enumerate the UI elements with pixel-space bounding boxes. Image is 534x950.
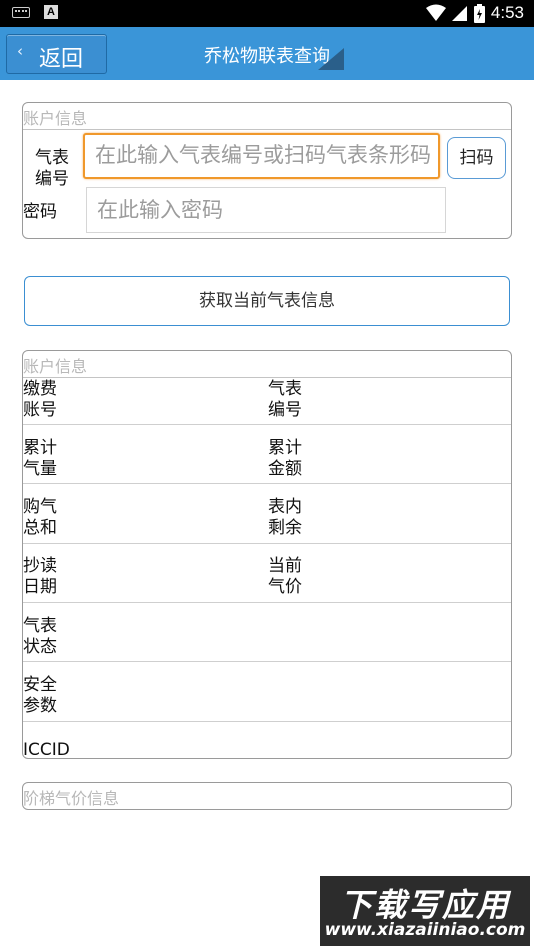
page-title: 乔松物联表查询 [204,46,330,67]
meter-no-input[interactable]: 在此输入气表编号或扫码气表条形码 [83,133,440,179]
meter-no-label: 气表 编号 [35,148,69,190]
info-cell-right: 气表 编号 [268,379,302,421]
legend-divider [23,377,511,378]
info-cell-line: 参数 [23,696,57,716]
row-divider [23,483,511,484]
wifi-icon [425,4,446,21]
row-divider [23,543,511,544]
info-cell-line: 日期 [23,577,57,597]
row-divider [23,721,511,722]
info-cell-line: 累计 [268,438,302,458]
row-divider [23,424,511,425]
account-info-panel: 账户信息 缴费 账号 气表 编号 累计 气量 累计 金额 购气 总和 表内 剩余 抄读 日期 当前 气价 气表状… [22,350,512,761]
info-cell-line: 气价 [268,577,302,597]
info-cell-line: 气表 [268,379,302,399]
info-cell-line: 剩余 [268,518,302,538]
info-cell-left: ICCID [23,740,70,761]
account-info-legend: 账户信息 [23,357,88,376]
row-divider [23,602,511,603]
info-cell-line: 表内 [268,497,302,517]
tier-price-legend: 阶梯气价信息 [23,789,120,808]
fetch-meter-info-button[interactable]: 获取当前气表信息 [24,276,510,326]
status-bar: A 4:53 [0,0,534,27]
info-cell-line: 抄读 [23,556,57,576]
keyboard-icon [12,6,30,18]
info-cell-left: 气表 状态 [23,616,57,658]
info-cell-line: 状态 [23,637,57,657]
info-cell-line: ICCID [23,740,70,760]
info-cell-line: 总和 [23,518,57,538]
a-notification-icon: A [44,5,58,19]
info-cell-line: 购气 [23,497,57,517]
legend-divider [23,129,511,130]
info-cell-right: 累计 金额 [268,438,302,480]
row-divider [23,661,511,662]
signal-icon [451,6,467,21]
info-cell-line: 缴费 [23,379,57,399]
info-cell-left: 安全 参数 [23,675,57,717]
meter-no-label-line2: 编号 [35,169,69,189]
info-cell-line: 累计 [23,438,57,458]
info-cell-line: 编号 [268,400,302,420]
password-input[interactable]: 在此输入密码 [86,187,446,233]
info-cell-line: 账号 [23,400,57,420]
meter-no-label-line1: 气表 [35,148,69,168]
info-cell-left: 累计 气量 [23,438,57,480]
info-cell-left: 购气 总和 [23,497,57,539]
info-cell-left: 缴费 账号 [23,379,57,421]
tier-price-panel: 阶梯气价信息 [22,782,512,810]
dropdown-corner-icon[interactable] [318,48,344,70]
info-cell-line: 金额 [268,459,302,479]
info-cell-right: 当前 气价 [268,556,302,598]
password-label: 密码 [23,202,57,222]
watermark-line2: www.xiazaiiniao.com [324,920,526,940]
title-bar: ‹ 返回 乔松物联表查询 [0,27,534,80]
account-form-legend: 账户信息 [23,109,88,128]
battery-icon [473,3,485,23]
info-cell-line: 气表 [23,616,57,636]
watermark-logo: 下载写应用 www.xiazaiiniao.com [320,876,530,946]
account-form-box: 账户信息 气表 编号 在此输入气表编号或扫码气表条形码 扫码 密码 在此输入密码 [22,102,512,239]
info-cell-line: 安全 [23,675,57,695]
info-cell-line: 气量 [23,459,57,479]
info-cell-left: 抄读 日期 [23,556,57,598]
scan-button[interactable]: 扫码 [447,137,506,179]
info-cell-right: 表内 剩余 [268,497,302,539]
clock-time: 4:53 [490,3,524,22]
info-cell-line: 当前 [268,556,302,576]
